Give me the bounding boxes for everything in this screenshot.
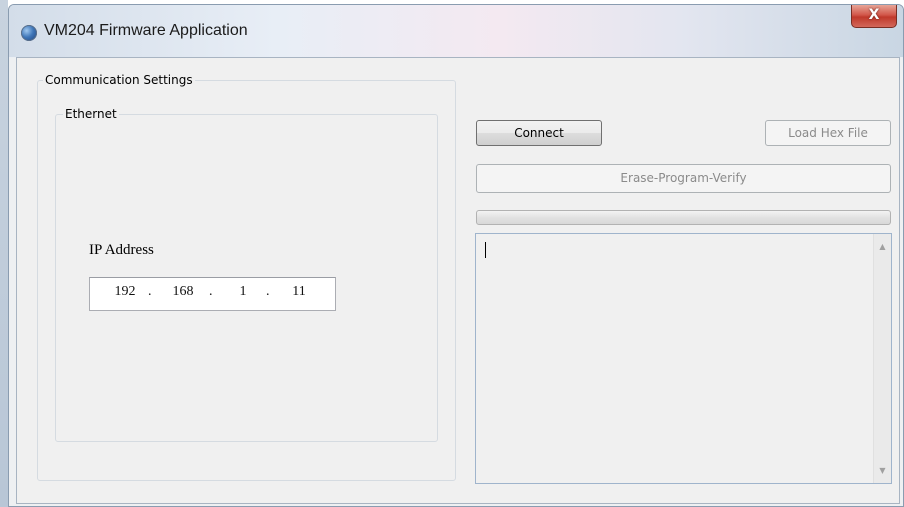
ethernet-label: Ethernet	[63, 107, 119, 121]
connect-button[interactable]: Connect	[476, 120, 602, 146]
ip-address-field[interactable]: 192 . 168 . 1 . 11	[89, 277, 336, 311]
ip-separator-2: .	[209, 284, 213, 299]
text-caret	[485, 242, 486, 258]
desktop-background-edge	[0, 0, 8, 507]
communication-settings-label: Communication Settings	[43, 73, 195, 87]
close-button[interactable]: X	[851, 5, 897, 28]
ip-separator-1: .	[148, 284, 152, 299]
window-title: VM204 Firmware Application	[44, 22, 248, 39]
ip-octet-1[interactable]: 192	[108, 284, 142, 300]
ip-octet-2[interactable]: 168	[166, 284, 200, 300]
log-vertical-scrollbar[interactable]: ▲ ▼	[873, 234, 891, 483]
ip-octet-3[interactable]: 1	[226, 284, 260, 300]
scroll-up-arrow-icon[interactable]: ▲	[874, 238, 891, 255]
output-log[interactable]: ▲ ▼	[475, 233, 892, 484]
erase-program-verify-button[interactable]: Erase-Program-Verify	[476, 164, 891, 193]
main-window: VM204 Firmware Application X Communicati…	[8, 4, 904, 507]
load-hex-file-button[interactable]: Load Hex File	[765, 120, 891, 146]
globe-app-icon	[21, 25, 37, 41]
ip-octet-4[interactable]: 11	[282, 284, 316, 300]
client-area: Communication Settings Ethernet IP Addre…	[16, 57, 900, 504]
ip-address-label: IP Address	[89, 242, 154, 258]
programming-progress-bar	[476, 210, 891, 225]
scroll-down-arrow-icon[interactable]: ▼	[874, 462, 891, 479]
title-bar[interactable]: VM204 Firmware Application X	[9, 5, 903, 57]
ip-separator-3: .	[266, 284, 270, 299]
